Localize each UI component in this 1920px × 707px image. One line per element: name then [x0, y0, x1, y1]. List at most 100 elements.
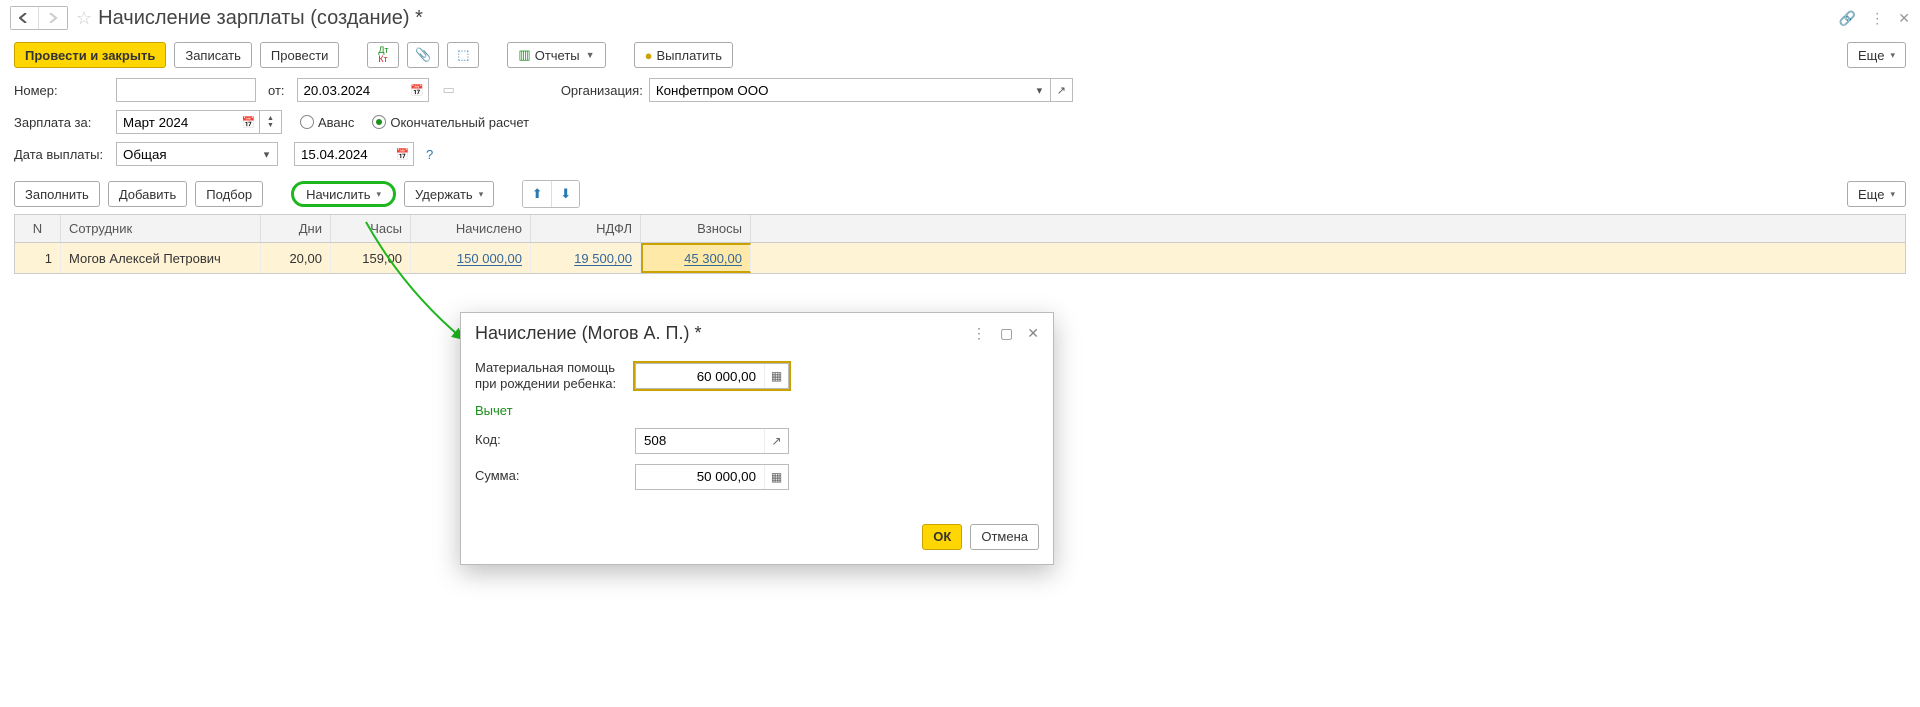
code-input[interactable]: [636, 429, 764, 453]
code-open-button[interactable]: ↗: [764, 429, 788, 453]
dialog-kebab-icon[interactable]: ⋮: [972, 325, 986, 342]
save-label: Записать: [185, 48, 241, 63]
salary-for-input[interactable]: [116, 110, 238, 134]
reports-button[interactable]: ▥Отчеты▼: [507, 42, 605, 68]
sum-group: ▦: [635, 464, 789, 490]
caret-down-icon: ▾: [1890, 50, 1895, 61]
code-label: Код:: [475, 432, 635, 448]
page-title: Начисление зарплаты (создание) *: [98, 7, 423, 30]
pay-label: Выплатить: [656, 48, 722, 63]
org-open-button[interactable]: ↗: [1051, 78, 1073, 102]
sum-input[interactable]: [636, 465, 764, 489]
post-and-close-button[interactable]: Провести и закрыть: [14, 42, 166, 68]
add-button[interactable]: Добавить: [108, 181, 187, 207]
post-and-close-label: Провести и закрыть: [25, 48, 155, 63]
cell-ndfl[interactable]: 19 500,00: [531, 243, 641, 273]
move-down-button[interactable]: ⬇: [551, 181, 579, 207]
nav-back-button[interactable]: [11, 7, 39, 29]
calculator-button[interactable]: ▦: [764, 364, 788, 388]
cell-n: 1: [15, 243, 61, 273]
dialog-cancel-button[interactable]: Отмена: [970, 524, 1039, 550]
th-accrued[interactable]: Начислено: [411, 215, 531, 242]
attach-button[interactable]: 📎: [407, 42, 439, 68]
pay-date-kind-dropdown[interactable]: ▾: [256, 142, 278, 166]
titlebar-actions: 🔗 ⋮ ✕: [1839, 10, 1910, 27]
date-from-input[interactable]: [297, 78, 407, 102]
final-radio[interactable]: Окончательный расчет: [372, 115, 529, 130]
add-label: Добавить: [119, 187, 176, 202]
org-input[interactable]: [649, 78, 1029, 102]
cell-employee: Могов Алексей Петрович: [61, 243, 261, 273]
cell-days: 20,00: [261, 243, 331, 273]
reports-label: Отчеты: [535, 48, 580, 63]
table-more-label: Еще: [1858, 187, 1884, 202]
dt-kt-icon: ДтКт: [378, 46, 388, 64]
close-icon[interactable]: ✕: [1898, 10, 1910, 27]
chevron-down-icon: ▼: [267, 122, 274, 129]
th-hours[interactable]: Часы: [331, 215, 411, 242]
pay-button[interactable]: ●Выплатить: [634, 42, 733, 68]
cell-fees[interactable]: 45 300,00: [641, 243, 751, 273]
accrue-button[interactable]: Начислить▾: [291, 181, 396, 207]
caret-down-icon: ▾: [479, 189, 484, 200]
accrual-dialog: Начисление (Могов А. П.) * ⋮ ▢ ✕ Материа…: [460, 312, 1054, 565]
fill-button[interactable]: Заполнить: [14, 181, 100, 207]
kebab-menu-icon[interactable]: ⋮: [1870, 10, 1884, 27]
withhold-button[interactable]: Удержать ▾: [404, 181, 494, 207]
org-dropdown-button[interactable]: ▾: [1029, 78, 1051, 102]
calendar-button[interactable]: 📅: [407, 78, 429, 102]
arrow-right-icon: [47, 13, 59, 23]
arrow-up-icon: ⬆: [532, 186, 543, 202]
calculator-icon: ▦: [771, 369, 782, 383]
caret-down-icon: ▾: [1037, 84, 1043, 97]
dt-kt-button[interactable]: ДтКт: [367, 42, 399, 68]
material-help-input[interactable]: [636, 364, 764, 388]
help-icon[interactable]: ?: [426, 147, 433, 162]
calculator-icon: ▦: [771, 470, 782, 484]
period-stepper[interactable]: ▲▼: [260, 110, 282, 134]
table-row[interactable]: 1 Могов Алексей Петрович 20,00 159,00 15…: [15, 243, 1905, 273]
pay-date-calendar-button[interactable]: 📅: [392, 142, 414, 166]
cell-ndfl-link: 19 500,00: [574, 251, 632, 266]
caret-down-icon: ▾: [377, 189, 382, 200]
more-button[interactable]: Еще▾: [1847, 42, 1906, 68]
form-area: Номер: от: 📅 ▭ Организация: ▾ ↗ Зарплата…: [0, 78, 1920, 166]
favorite-star-icon[interactable]: ☆: [76, 8, 92, 29]
table-toolbar: Заполнить Добавить Подбор Начислить▾ Уде…: [0, 174, 1920, 214]
cell-accrued[interactable]: 150 000,00: [411, 243, 531, 273]
org-group: ▾ ↗: [649, 78, 1073, 102]
select-label: Подбор: [206, 187, 252, 202]
th-days[interactable]: Дни: [261, 215, 331, 242]
th-n[interactable]: N: [15, 215, 61, 242]
th-ndfl[interactable]: НДФЛ: [531, 215, 641, 242]
pay-date-kind-input[interactable]: [116, 142, 256, 166]
pay-date-input[interactable]: [294, 142, 392, 166]
dialog-titlebar: Начисление (Могов А. П.) * ⋮ ▢ ✕: [461, 313, 1053, 354]
number-input[interactable]: [116, 78, 256, 102]
salary-for-label: Зарплата за:: [14, 115, 110, 130]
final-radio-label: Окончательный расчет: [390, 115, 529, 130]
period-picker-button[interactable]: 📅: [238, 110, 260, 134]
caret-down-icon: ▼: [586, 50, 595, 60]
dialog-close-icon[interactable]: ✕: [1027, 325, 1039, 342]
link-icon[interactable]: 🔗: [1839, 10, 1856, 27]
th-employee[interactable]: Сотрудник: [61, 215, 261, 242]
dialog-maximize-icon[interactable]: ▢: [1000, 325, 1013, 342]
save-button[interactable]: Записать: [174, 42, 252, 68]
nav-forward-button[interactable]: [39, 7, 67, 29]
coin-icon: ●: [645, 48, 653, 63]
post-button[interactable]: Провести: [260, 42, 340, 68]
deduction-section-label: Вычет: [475, 403, 1039, 418]
dialog-ok-button[interactable]: ОК: [922, 524, 962, 550]
structure-button[interactable]: ⬚: [447, 42, 479, 68]
advance-radio[interactable]: Аванс: [300, 115, 354, 130]
table-more-button[interactable]: Еще▾: [1847, 181, 1906, 207]
th-fees[interactable]: Взносы: [641, 215, 751, 242]
org-label: Организация:: [561, 83, 643, 98]
move-up-button[interactable]: ⬆: [523, 181, 551, 207]
pay-date-group: 📅: [294, 142, 414, 166]
select-button[interactable]: Подбор: [195, 181, 263, 207]
withhold-label: Удержать: [415, 187, 473, 202]
sum-calculator-button[interactable]: ▦: [764, 465, 788, 489]
advance-radio-label: Аванс: [318, 115, 354, 130]
